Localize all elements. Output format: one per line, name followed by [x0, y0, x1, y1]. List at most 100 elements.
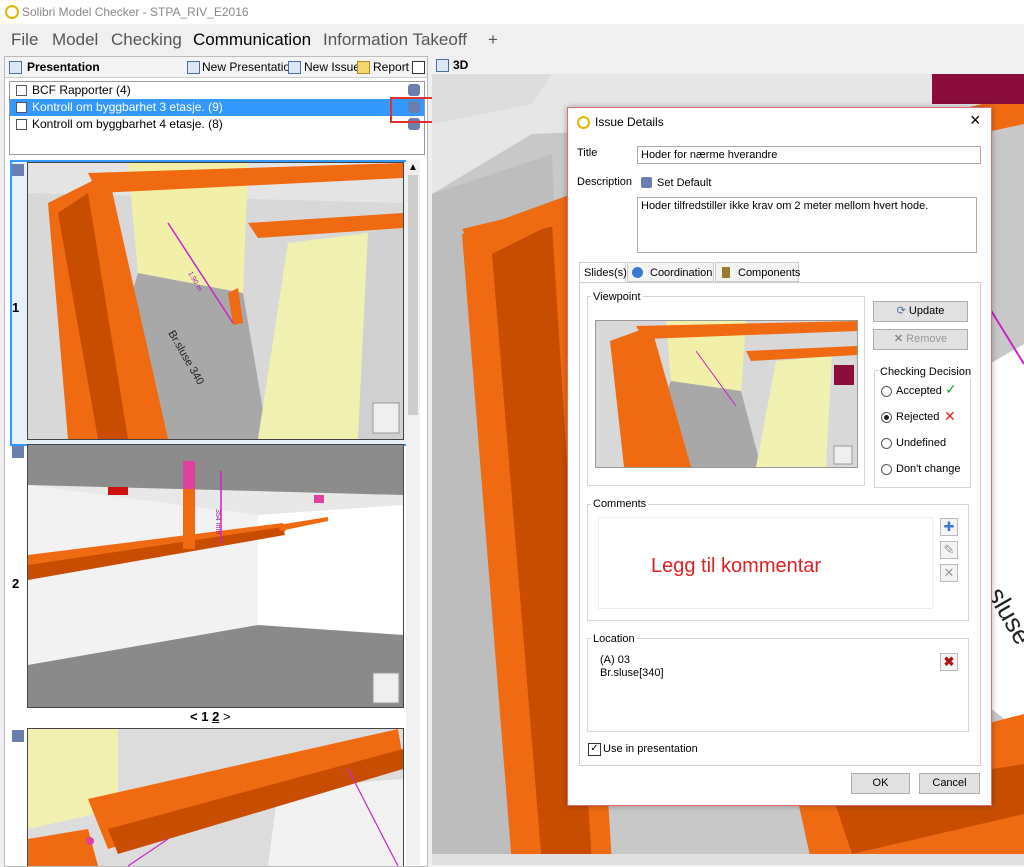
app-logo-icon: [5, 5, 19, 19]
issue-details-dialog: Issue Details × Title Hoder for nærme hv…: [567, 107, 992, 806]
presentation-icon: [9, 61, 22, 74]
presentation-list: BCF Rapporter (4) Kontroll om byggbarhet…: [9, 81, 425, 155]
components-icon: [722, 267, 730, 278]
slide-thumbnail[interactable]: [27, 728, 404, 866]
ok-button[interactable]: OK: [851, 773, 910, 794]
remove-location-icon[interactable]: ✖: [940, 653, 958, 671]
accepted-label: Accepted: [896, 385, 942, 397]
slide-icon: [12, 730, 24, 742]
title-label: Title: [577, 147, 598, 159]
slide-thumbnail[interactable]: 1.90 m Br.sluse 340: [27, 162, 404, 440]
checking-decision-label: Checking Decision: [879, 366, 973, 378]
tab-components-label: Components: [738, 267, 801, 279]
use-in-presentation-checkbox[interactable]: ✓: [588, 743, 601, 756]
location-label: Location: [591, 633, 637, 645]
new-presentation-button[interactable]: New Presentation: [202, 60, 297, 74]
location-line: (A) 03: [600, 654, 630, 666]
presentation-item-icon: [16, 85, 27, 96]
window-title: Solibri Model Checker - STPA_RIV_E2016: [22, 5, 249, 19]
slide-pager: < 1 2 >: [190, 709, 231, 724]
presentation-item-label: Kontroll om byggbarhet 4 etasje. (8): [32, 117, 223, 131]
new-issue-button[interactable]: New Issue: [304, 60, 360, 74]
delete-comment-icon[interactable]: ✕: [940, 564, 958, 582]
dont-change-label: Don't change: [896, 463, 961, 475]
annotation-highlight: [390, 97, 434, 123]
comment-placeholder: Legg til kommentar: [651, 555, 822, 577]
slide-2-image: 354 mm: [28, 445, 403, 707]
location-line: Br.sluse[340]: [600, 667, 664, 679]
report-button[interactable]: Report: [373, 60, 409, 74]
presentation-title: Presentation: [27, 60, 100, 74]
slide-thumbnail[interactable]: 354 mm: [27, 444, 404, 708]
comments-label: Comments: [591, 498, 649, 510]
update-label: Update: [908, 305, 945, 317]
presentation-item[interactable]: BCF Rapporter (4): [10, 82, 424, 99]
dont-change-radio[interactable]: [881, 464, 892, 475]
slide-icon: [12, 164, 24, 176]
description-label: Description: [577, 176, 633, 188]
check-icon: ✓: [945, 381, 957, 397]
rejected-radio[interactable]: [881, 412, 892, 423]
tab-components[interactable]: Components: [715, 262, 801, 282]
remove-label: Remove: [906, 333, 948, 345]
menu-model[interactable]: Model: [52, 30, 98, 50]
coordination-icon: [632, 267, 643, 278]
slide-1-image: 1.90 m Br.sluse 340: [28, 163, 403, 439]
title-input[interactable]: Hoder for nærme hverandre: [637, 146, 981, 164]
viewpoint-render: [596, 321, 857, 467]
remove-button[interactable]: ✕ Remove: [873, 329, 968, 350]
tab-coordination[interactable]: Coordination: [627, 262, 714, 282]
presentation-item-icon: [16, 102, 27, 113]
viewpoint-label: Viewpoint: [591, 291, 643, 303]
page-1-link[interactable]: 1: [201, 709, 208, 724]
dialog-logo-icon: [577, 116, 590, 129]
rejected-label: Rejected: [896, 411, 940, 423]
comments-area[interactable]: Legg til kommentar: [598, 517, 933, 609]
accepted-radio[interactable]: [881, 386, 892, 397]
set-default-button[interactable]: Set Default: [657, 177, 711, 189]
dialog-title-bar: Issue Details ×: [568, 108, 991, 136]
slide-3-image: [28, 729, 403, 866]
new-issue-icon: [288, 61, 301, 74]
set-default-icon: [641, 177, 652, 188]
update-icon: ⟳: [896, 305, 906, 317]
scroll-up-icon[interactable]: ▲: [408, 162, 418, 173]
add-tab-button[interactable]: +: [488, 30, 498, 50]
undefined-label: Undefined: [896, 437, 947, 449]
update-button[interactable]: ⟳ Update: [873, 301, 968, 322]
description-textarea[interactable]: Hoder tilfredstiller ikke krav om 2 mete…: [637, 197, 977, 253]
viewpoint-image: [595, 320, 858, 468]
undefined-radio[interactable]: [881, 438, 892, 449]
cross-icon: ✕: [944, 408, 956, 424]
page-2-link[interactable]: 2: [212, 709, 219, 724]
remove-icon: ✕: [893, 333, 904, 345]
tab-slides[interactable]: Slides(s): [579, 262, 627, 282]
view3d-header: 3D: [432, 56, 1024, 74]
cube-icon: [436, 59, 449, 72]
maximize-icon[interactable]: [412, 61, 425, 74]
close-icon[interactable]: ×: [970, 110, 981, 131]
scrollbar-thumb[interactable]: [408, 175, 418, 415]
menu-bar: File Model Checking Communication Inform…: [0, 24, 1024, 56]
presentation-item-label: Kontroll om byggbarhet 3 etasje. (9): [32, 100, 223, 114]
report-icon: [357, 61, 370, 74]
prev-page-button[interactable]: <: [190, 709, 198, 724]
menu-checking[interactable]: Checking: [111, 30, 182, 50]
tab-coordination-label: Coordination: [650, 267, 713, 279]
title-bar: Solibri Model Checker - STPA_RIV_E2016: [0, 0, 1024, 24]
presentation-header: Presentation New Presentation New Issue …: [5, 57, 427, 78]
new-presentation-icon: [187, 61, 200, 74]
edit-comment-icon[interactable]: ✎: [940, 541, 958, 559]
presentation-item[interactable]: Kontroll om byggbarhet 4 etasje. (8): [10, 116, 424, 133]
menu-communication[interactable]: Communication: [193, 30, 311, 50]
view3d-title: 3D: [453, 58, 469, 72]
presentation-item-label: BCF Rapporter (4): [32, 83, 131, 97]
cancel-button[interactable]: Cancel: [919, 773, 980, 794]
menu-file[interactable]: File: [11, 30, 38, 50]
menu-information-takeoff[interactable]: Information Takeoff: [323, 30, 467, 50]
bcf-icon[interactable]: [408, 84, 420, 96]
add-comment-button[interactable]: ✚: [940, 518, 958, 536]
slide-number: 2: [12, 576, 20, 591]
next-page-button[interactable]: >: [223, 709, 231, 724]
presentation-item-selected[interactable]: Kontroll om byggbarhet 3 etasje. (9): [10, 99, 424, 116]
